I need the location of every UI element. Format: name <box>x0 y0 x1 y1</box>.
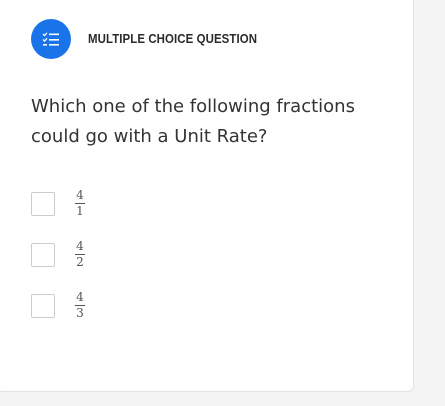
answer-fraction-2: 4 2 <box>75 240 85 269</box>
fraction-numerator: 4 <box>75 290 85 306</box>
answer-fraction-1: 4 1 <box>75 189 85 218</box>
fraction-denominator: 3 <box>76 306 84 320</box>
list-check-icon <box>31 19 71 59</box>
question-type-label: MULTIPLE CHOICE QUESTION <box>88 31 258 46</box>
fraction-numerator: 4 <box>75 239 85 255</box>
fraction-numerator: 4 <box>75 188 85 204</box>
answer-checkbox-1[interactable] <box>31 192 55 216</box>
question-text: Which one of the following fractions cou… <box>31 96 355 147</box>
answer-option-2[interactable]: 4 2 <box>31 240 151 272</box>
answer-checkbox-2[interactable] <box>31 243 55 267</box>
answer-checkbox-3[interactable] <box>31 294 55 318</box>
answer-option-1[interactable]: 4 1 <box>31 189 151 221</box>
fraction-denominator: 2 <box>76 255 84 269</box>
answer-fraction-3: 4 3 <box>75 291 85 320</box>
answer-option-3[interactable]: 4 3 <box>31 291 151 323</box>
question-header: MULTIPLE CHOICE QUESTION <box>0 0 445 80</box>
fraction-denominator: 1 <box>76 204 84 218</box>
